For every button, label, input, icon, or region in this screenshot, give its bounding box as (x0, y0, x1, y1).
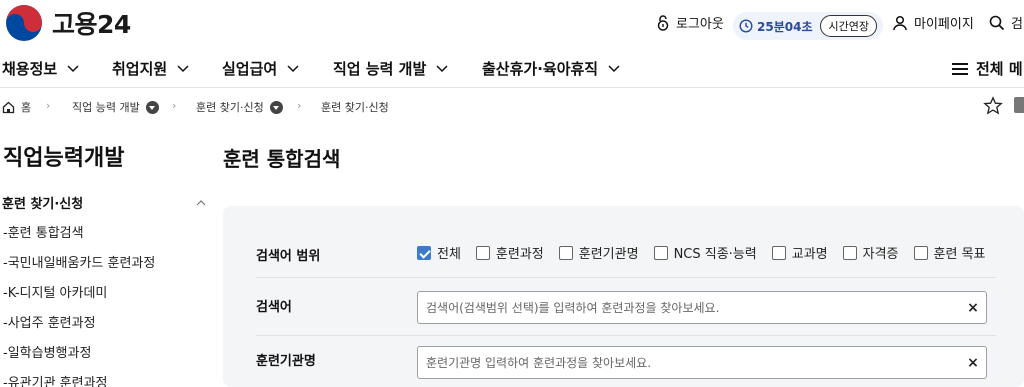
star-icon[interactable] (983, 96, 1003, 116)
checkbox-label: 교과명 (791, 247, 828, 262)
clock-icon (739, 19, 753, 33)
chevron-down-icon (177, 64, 189, 72)
chevron-down-icon (436, 64, 448, 72)
checkbox-label: 자격증 (862, 247, 899, 262)
all-menu-button[interactable]: 전체 메 (952, 58, 1023, 79)
gnb-item-jobs[interactable]: 채용정보 (2, 58, 79, 79)
checkbox-checked-icon[interactable] (417, 245, 431, 260)
gnb-item-label: 채용정보 (2, 60, 58, 78)
dropdown-toggle-icon[interactable] (145, 100, 159, 114)
breadcrumb-current: 훈련 찾기·신청 (321, 99, 389, 115)
scope-checkbox-certificate[interactable]: 자격증 (842, 243, 899, 262)
all-menu-label: 전체 메 (976, 60, 1023, 78)
logout-button[interactable]: 로그아웃 (656, 13, 724, 32)
checkbox-label: 훈련과정 (495, 247, 544, 262)
scope-checkbox-institution[interactable]: 훈련기관명 (558, 243, 639, 262)
print-icon[interactable] (1014, 97, 1024, 113)
lock-icon (657, 14, 669, 31)
chevron-down-icon (287, 64, 299, 72)
taegeuk-logo-icon (6, 5, 42, 41)
search-button[interactable]: 검 (989, 13, 1023, 32)
institution-input[interactable] (418, 347, 960, 378)
scope-checkbox-goal[interactable]: 훈련 목표 (913, 243, 986, 262)
breadcrumb-home-label: 홈 (21, 101, 32, 114)
breadcrumb-level3-label: 훈련 찾기·신청 (321, 101, 389, 114)
dropdown-toggle-icon[interactable] (269, 100, 283, 114)
gnb-item-label: 출산휴가·육아휴직 (482, 60, 599, 78)
scope-checkbox-group: 전체 훈련과정 훈련기관명 NCS 직종·능력 교과명 자격증 훈련 목표 (417, 243, 1001, 262)
scope-checkbox-course[interactable]: 훈련과정 (475, 243, 544, 262)
breadcrumb-level2-label: 훈련 찾기·신청 (196, 101, 264, 114)
mypage-link[interactable]: 마이페이지 (892, 13, 974, 32)
checkbox-icon[interactable] (913, 245, 928, 260)
sidebar-item-work-study[interactable]: -일학습병행과정 (3, 342, 155, 372)
sidebar-menu: -훈련 통합검색 -국민내일배움카드 훈련과정 -K-디지털 아카데미 -사업주… (3, 222, 155, 387)
top-header: 고용24 로그아웃 25분04초 시간연장 마이페이지 검 (0, 0, 1024, 48)
clear-institution-icon[interactable]: × (960, 355, 986, 371)
session-timer: 25분04초 시간연장 (733, 12, 883, 40)
gnb-item-skill-development[interactable]: 직업 능력 개발 (333, 58, 448, 79)
sidebar-item-tomorrow-learning-card[interactable]: -국민내일배움카드 훈련과정 (3, 252, 155, 282)
chevron-up-icon (196, 199, 206, 205)
gnb-item-parental-leave[interactable]: 출산휴가·육아휴직 (482, 58, 620, 79)
main-navigation: 채용정보 취업지원 실업급여 직업 능력 개발 출산휴가·육아휴직 전체 메 (0, 52, 1024, 88)
user-icon (893, 15, 907, 30)
checkbox-label: NCS 직종·능력 (673, 247, 757, 262)
checkbox-icon[interactable] (475, 245, 490, 260)
breadcrumb: 홈 › 직업 능력 개발 › 훈련 찾기·신청 › 훈련 찾기·신청 (0, 96, 1024, 118)
breadcrumb-level2[interactable]: 훈련 찾기·신청 (196, 99, 283, 115)
search-label: 검 (1011, 17, 1023, 32)
hamburger-icon (952, 62, 968, 75)
scope-checkbox-ncs[interactable]: NCS 직종·능력 (653, 243, 757, 262)
logout-label: 로그아웃 (676, 17, 724, 32)
checkbox-label: 훈련 목표 (933, 247, 986, 262)
scope-checkbox-all[interactable]: 전체 (417, 243, 461, 262)
chevron-down-icon (67, 64, 79, 72)
breadcrumb-separator: › (297, 99, 302, 112)
sidebar-item-integrated-search[interactable]: -훈련 통합검색 (3, 222, 155, 252)
checkbox-icon[interactable] (771, 245, 786, 260)
sidebar-item-employer-training[interactable]: -사업주 훈련과정 (3, 312, 155, 342)
sidebar-item-related-institution[interactable]: -유관기관 훈련과정 (3, 372, 155, 387)
breadcrumb-separator: › (46, 99, 51, 112)
clear-keyword-icon[interactable]: × (960, 300, 986, 316)
timer-value: 25분04초 (757, 19, 813, 34)
keyword-input[interactable] (418, 292, 960, 323)
mypage-label: 마이페이지 (914, 17, 974, 32)
keyword-label: 검색어 (256, 300, 292, 315)
chevron-down-icon (608, 64, 620, 72)
scope-label: 검색어 범위 (256, 249, 321, 264)
institution-label: 훈련기관명 (256, 354, 316, 369)
gnb-item-unemployment-benefit[interactable]: 실업급여 (222, 58, 299, 79)
checkbox-icon[interactable] (558, 245, 573, 260)
sidebar-title: 직업능력개발 (3, 146, 125, 171)
extend-session-button[interactable]: 시간연장 (820, 15, 877, 37)
search-icon (989, 15, 1005, 30)
home-icon (2, 101, 15, 113)
checkbox-icon[interactable] (842, 245, 857, 260)
checkbox-label: 전체 (437, 247, 461, 262)
breadcrumb-level1[interactable]: 직업 능력 개발 (72, 99, 159, 115)
gnb-item-label: 직업 능력 개발 (333, 60, 427, 78)
page-title: 훈련 통합검색 (223, 147, 341, 171)
logo-text: 고용24 (52, 10, 131, 39)
scope-checkbox-subject[interactable]: 교과명 (771, 243, 828, 262)
breadcrumb-separator: › (172, 99, 177, 112)
breadcrumb-level1-label: 직업 능력 개발 (72, 101, 140, 114)
site-logo[interactable]: 고용24 (4, 3, 131, 43)
sidebar-section-toggle[interactable]: 훈련 찾기·신청 (2, 193, 206, 212)
gnb-item-label: 취업지원 (112, 60, 168, 78)
checkbox-label: 훈련기관명 (578, 247, 639, 262)
institution-field: × (417, 346, 987, 379)
row-divider (256, 277, 996, 278)
breadcrumb-home[interactable]: 홈 (2, 99, 31, 115)
sidebar-section-label: 훈련 찾기·신청 (2, 197, 84, 212)
gnb-item-employment-support[interactable]: 취업지원 (112, 58, 189, 79)
checkbox-icon[interactable] (653, 245, 668, 260)
gnb-item-label: 실업급여 (222, 60, 278, 78)
sidebar-item-k-digital-academy[interactable]: -K-디지털 아카데미 (3, 282, 155, 312)
row-divider (256, 335, 996, 336)
keyword-field: × (417, 291, 987, 324)
